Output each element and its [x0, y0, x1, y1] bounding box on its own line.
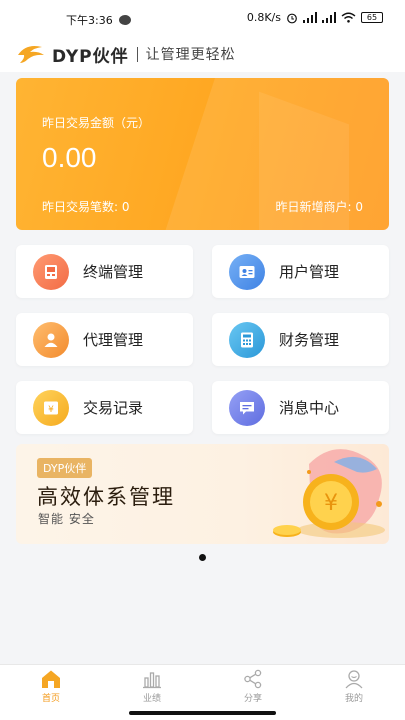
wechat-icon [118, 15, 131, 25]
tab-profile[interactable]: 我的 [324, 665, 384, 705]
tab-label: 我的 [344, 694, 363, 704]
svg-text:¥: ¥ [48, 405, 54, 415]
wifi-icon [341, 12, 356, 23]
calculator-icon [229, 321, 265, 358]
carousel-indicator[interactable] [199, 554, 206, 561]
banner-subtitle: 智能 安全 [38, 512, 95, 526]
tab-label: 分享 [243, 694, 262, 704]
banner-tag: DYP伙伴 [37, 458, 93, 478]
tab-label: 首页 [41, 694, 60, 704]
menu-transaction-records[interactable]: ¥ 交易记录 [16, 381, 193, 434]
menu-agent-management[interactable]: 代理管理 [16, 313, 193, 366]
stats-amount-label: 昨日交易金额（元） [42, 116, 151, 130]
home-icon [42, 670, 60, 688]
menu-label: 代理管理 [83, 331, 144, 349]
share-icon [244, 669, 262, 689]
stats-card[interactable]: 昨日交易金额（元） 0.00 昨日交易笔数: 0 昨日新增商户: 0 [16, 78, 389, 230]
alarm-icon [287, 13, 297, 23]
app-header: DYP伙伴 让管理更轻松 [0, 36, 405, 72]
signal-1-icon [303, 12, 317, 23]
menu-label: 财务管理 [279, 331, 340, 349]
slogan: 让管理更轻松 [145, 47, 236, 63]
tab-home[interactable]: 首页 [21, 665, 81, 705]
profile-icon [345, 670, 363, 689]
svg-text:¥: ¥ [324, 491, 338, 516]
stats-new-merchants: 昨日新增商户: 0 [275, 200, 364, 214]
bar-chart-icon [143, 672, 161, 689]
status-right: 0.8K/s 65 [247, 11, 383, 24]
menu-label: 消息中心 [279, 399, 340, 417]
network-speed: 0.8K/s [246, 11, 281, 24]
home-indicator[interactable] [129, 711, 276, 715]
yen-icon: ¥ [33, 389, 69, 426]
message-icon [229, 389, 265, 426]
main-content: 昨日交易金额（元） 0.00 昨日交易笔数: 0 昨日新增商户: 0 终端管理 … [0, 72, 405, 664]
menu-label: 终端管理 [83, 263, 144, 281]
tab-label: 业绩 [142, 694, 161, 704]
terminal-icon [33, 253, 69, 290]
agent-icon [33, 321, 69, 358]
tab-performance[interactable]: 业绩 [122, 665, 182, 705]
stats-transaction-count: 昨日交易笔数: 0 [42, 200, 130, 214]
promo-banner[interactable]: DYP伙伴 高效体系管理 智能 安全 ¥ [16, 444, 389, 544]
logo-icon [16, 43, 46, 65]
menu-label: 用户管理 [279, 263, 340, 281]
tab-share[interactable]: 分享 [223, 665, 283, 705]
coin-illustration-icon: ¥ [273, 449, 385, 538]
bottom-tab-bar: 首页 业绩 分享 我的 [0, 664, 405, 704]
menu-terminal-management[interactable]: 终端管理 [16, 245, 193, 298]
signal-2-icon [322, 12, 336, 23]
menu-message-center[interactable]: 消息中心 [212, 381, 389, 434]
stats-amount-value: 0.00 [42, 142, 97, 173]
menu-user-management[interactable]: 用户管理 [212, 245, 389, 298]
status-time: 下午3:36 [66, 14, 113, 27]
battery-icon: 65 [361, 12, 383, 23]
menu-label: 交易记录 [83, 399, 144, 417]
header-divider [136, 46, 138, 62]
user-card-icon [229, 253, 265, 290]
banner-title: 高效体系管理 [37, 485, 175, 509]
status-left: 下午3:36 [66, 12, 131, 28]
menu-finance-management[interactable]: 财务管理 [212, 313, 389, 366]
brand-name: DYP伙伴 [52, 46, 129, 67]
status-bar: 下午3:36 0.8K/s 65 [0, 0, 405, 36]
